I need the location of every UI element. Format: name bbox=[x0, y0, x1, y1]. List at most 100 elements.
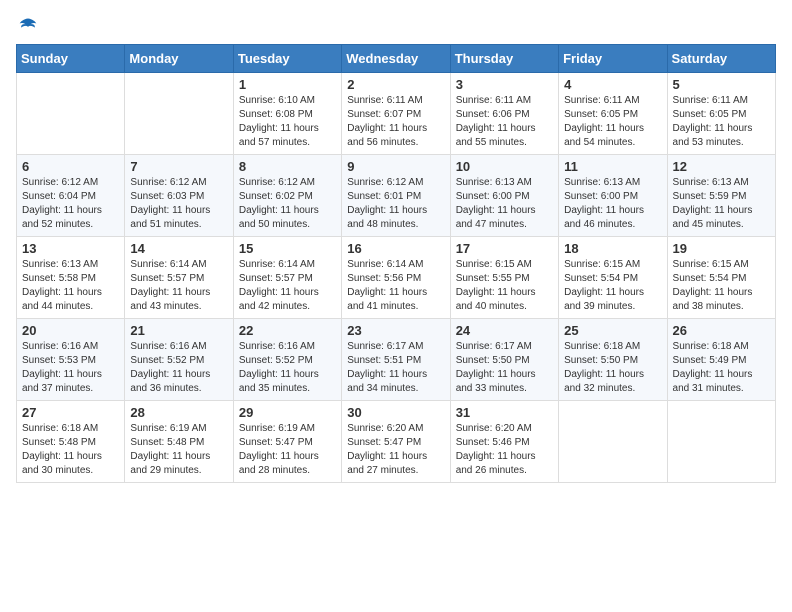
day-info: Sunrise: 6:18 AM Sunset: 5:50 PM Dayligh… bbox=[564, 340, 661, 396]
calendar-cell: 16 Sunrise: 6:14 AM Sunset: 5:56 PM Dayli… bbox=[342, 237, 450, 319]
calendar-cell: 23 Sunrise: 6:17 AM Sunset: 5:51 PM Dayli… bbox=[342, 319, 450, 401]
day-info: Sunrise: 6:11 AM Sunset: 6:06 PM Dayligh… bbox=[456, 94, 553, 150]
day-info: Sunrise: 6:12 AM Sunset: 6:01 PM Dayligh… bbox=[347, 176, 444, 232]
day-number: 19 bbox=[673, 241, 770, 256]
day-info: Sunrise: 6:20 AM Sunset: 5:46 PM Dayligh… bbox=[456, 422, 553, 478]
day-number: 26 bbox=[673, 323, 770, 338]
day-info: Sunrise: 6:19 AM Sunset: 5:48 PM Dayligh… bbox=[130, 422, 227, 478]
calendar-cell: 5 Sunrise: 6:11 AM Sunset: 6:05 PM Daylig… bbox=[667, 73, 775, 155]
weekday-header-monday: Monday bbox=[125, 45, 233, 73]
day-info: Sunrise: 6:19 AM Sunset: 5:47 PM Dayligh… bbox=[239, 422, 336, 478]
calendar-cell: 1Sunrise: 6:10 AM Sunset: 6:08 PM Daylig… bbox=[233, 73, 341, 155]
day-number: 8 bbox=[239, 159, 336, 174]
day-number: 13 bbox=[22, 241, 119, 256]
day-number: 15 bbox=[239, 241, 336, 256]
day-number: 18 bbox=[564, 241, 661, 256]
day-number: 28 bbox=[130, 405, 227, 420]
calendar-cell: 13Sunrise: 6:13 AM Sunset: 5:58 PM Dayli… bbox=[17, 237, 125, 319]
calendar: SundayMondayTuesdayWednesdayThursdayFrid… bbox=[16, 44, 776, 483]
calendar-cell: 29 Sunrise: 6:19 AM Sunset: 5:47 PM Dayli… bbox=[233, 401, 341, 483]
day-info: Sunrise: 6:12 AM Sunset: 6:02 PM Dayligh… bbox=[239, 176, 336, 232]
weekday-header-wednesday: Wednesday bbox=[342, 45, 450, 73]
day-info: Sunrise: 6:15 AM Sunset: 5:55 PM Dayligh… bbox=[456, 258, 553, 314]
weekday-header-tuesday: Tuesday bbox=[233, 45, 341, 73]
day-number: 14 bbox=[130, 241, 227, 256]
bird-icon bbox=[18, 16, 38, 36]
day-info: Sunrise: 6:17 AM Sunset: 5:50 PM Dayligh… bbox=[456, 340, 553, 396]
day-number: 30 bbox=[347, 405, 444, 420]
calendar-cell: 9 Sunrise: 6:12 AM Sunset: 6:01 PM Daylig… bbox=[342, 155, 450, 237]
day-info: Sunrise: 6:16 AM Sunset: 5:52 PM Dayligh… bbox=[239, 340, 336, 396]
calendar-cell: 30 Sunrise: 6:20 AM Sunset: 5:47 PM Dayli… bbox=[342, 401, 450, 483]
day-number: 12 bbox=[673, 159, 770, 174]
calendar-cell bbox=[17, 73, 125, 155]
calendar-cell: 19 Sunrise: 6:15 AM Sunset: 5:54 PM Dayli… bbox=[667, 237, 775, 319]
calendar-cell: 11Sunrise: 6:13 AM Sunset: 6:00 PM Dayli… bbox=[559, 155, 667, 237]
calendar-cell bbox=[559, 401, 667, 483]
day-info: Sunrise: 6:14 AM Sunset: 5:56 PM Dayligh… bbox=[347, 258, 444, 314]
day-info: Sunrise: 6:16 AM Sunset: 5:52 PM Dayligh… bbox=[130, 340, 227, 396]
day-number: 22 bbox=[239, 323, 336, 338]
day-info: Sunrise: 6:15 AM Sunset: 5:54 PM Dayligh… bbox=[564, 258, 661, 314]
day-info: Sunrise: 6:13 AM Sunset: 5:59 PM Dayligh… bbox=[673, 176, 770, 232]
day-number: 6 bbox=[22, 159, 119, 174]
day-number: 5 bbox=[673, 77, 770, 92]
calendar-cell bbox=[125, 73, 233, 155]
calendar-cell: 18 Sunrise: 6:15 AM Sunset: 5:54 PM Dayli… bbox=[559, 237, 667, 319]
day-info: Sunrise: 6:12 AM Sunset: 6:04 PM Dayligh… bbox=[22, 176, 119, 232]
day-info: Sunrise: 6:18 AM Sunset: 5:48 PM Dayligh… bbox=[22, 422, 119, 478]
header bbox=[16, 16, 776, 36]
day-number: 29 bbox=[239, 405, 336, 420]
calendar-cell: 10 Sunrise: 6:13 AM Sunset: 6:00 PM Dayli… bbox=[450, 155, 558, 237]
day-number: 17 bbox=[456, 241, 553, 256]
weekday-header-friday: Friday bbox=[559, 45, 667, 73]
week-row-2: 6 Sunrise: 6:12 AM Sunset: 6:04 PM Daylig… bbox=[17, 155, 776, 237]
day-info: Sunrise: 6:14 AM Sunset: 5:57 PM Dayligh… bbox=[130, 258, 227, 314]
day-number: 24 bbox=[456, 323, 553, 338]
weekday-header-row: SundayMondayTuesdayWednesdayThursdayFrid… bbox=[17, 45, 776, 73]
day-number: 9 bbox=[347, 159, 444, 174]
day-info: Sunrise: 6:11 AM Sunset: 6:05 PM Dayligh… bbox=[564, 94, 661, 150]
day-info: Sunrise: 6:17 AM Sunset: 5:51 PM Dayligh… bbox=[347, 340, 444, 396]
calendar-cell: 28 Sunrise: 6:19 AM Sunset: 5:48 PM Dayli… bbox=[125, 401, 233, 483]
calendar-cell: 26 Sunrise: 6:18 AM Sunset: 5:49 PM Dayli… bbox=[667, 319, 775, 401]
day-number: 11 bbox=[564, 159, 661, 174]
calendar-cell bbox=[667, 401, 775, 483]
calendar-cell: 21 Sunrise: 6:16 AM Sunset: 5:52 PM Dayli… bbox=[125, 319, 233, 401]
day-info: Sunrise: 6:14 AM Sunset: 5:57 PM Dayligh… bbox=[239, 258, 336, 314]
calendar-cell: 20 Sunrise: 6:16 AM Sunset: 5:53 PM Dayli… bbox=[17, 319, 125, 401]
calendar-cell: 27 Sunrise: 6:18 AM Sunset: 5:48 PM Dayli… bbox=[17, 401, 125, 483]
day-number: 31 bbox=[456, 405, 553, 420]
day-info: Sunrise: 6:15 AM Sunset: 5:54 PM Dayligh… bbox=[673, 258, 770, 314]
calendar-cell: 24 Sunrise: 6:17 AM Sunset: 5:50 PM Dayli… bbox=[450, 319, 558, 401]
day-number: 16 bbox=[347, 241, 444, 256]
day-info: Sunrise: 6:16 AM Sunset: 5:53 PM Dayligh… bbox=[22, 340, 119, 396]
day-number: 10 bbox=[456, 159, 553, 174]
day-number: 3 bbox=[456, 77, 553, 92]
weekday-header-thursday: Thursday bbox=[450, 45, 558, 73]
calendar-cell: 8 Sunrise: 6:12 AM Sunset: 6:02 PM Daylig… bbox=[233, 155, 341, 237]
calendar-cell: 2Sunrise: 6:11 AM Sunset: 6:07 PM Daylig… bbox=[342, 73, 450, 155]
calendar-cell: 17 Sunrise: 6:15 AM Sunset: 5:55 PM Dayli… bbox=[450, 237, 558, 319]
calendar-cell: 4 Sunrise: 6:11 AM Sunset: 6:05 PM Daylig… bbox=[559, 73, 667, 155]
calendar-cell: 14 Sunrise: 6:14 AM Sunset: 5:57 PM Dayli… bbox=[125, 237, 233, 319]
calendar-cell: 7Sunrise: 6:12 AM Sunset: 6:03 PM Daylig… bbox=[125, 155, 233, 237]
day-number: 21 bbox=[130, 323, 227, 338]
day-info: Sunrise: 6:11 AM Sunset: 6:05 PM Dayligh… bbox=[673, 94, 770, 150]
day-number: 7 bbox=[130, 159, 227, 174]
day-number: 23 bbox=[347, 323, 444, 338]
day-number: 2 bbox=[347, 77, 444, 92]
day-info: Sunrise: 6:18 AM Sunset: 5:49 PM Dayligh… bbox=[673, 340, 770, 396]
day-number: 20 bbox=[22, 323, 119, 338]
calendar-cell: 31 Sunrise: 6:20 AM Sunset: 5:46 PM Dayli… bbox=[450, 401, 558, 483]
week-row-5: 27 Sunrise: 6:18 AM Sunset: 5:48 PM Dayli… bbox=[17, 401, 776, 483]
day-info: Sunrise: 6:20 AM Sunset: 5:47 PM Dayligh… bbox=[347, 422, 444, 478]
week-row-3: 13Sunrise: 6:13 AM Sunset: 5:58 PM Dayli… bbox=[17, 237, 776, 319]
day-number: 4 bbox=[564, 77, 661, 92]
day-info: Sunrise: 6:13 AM Sunset: 6:00 PM Dayligh… bbox=[456, 176, 553, 232]
day-number: 27 bbox=[22, 405, 119, 420]
calendar-cell: 22 Sunrise: 6:16 AM Sunset: 5:52 PM Dayli… bbox=[233, 319, 341, 401]
day-number: 25 bbox=[564, 323, 661, 338]
calendar-cell: 15 Sunrise: 6:14 AM Sunset: 5:57 PM Dayli… bbox=[233, 237, 341, 319]
day-info: Sunrise: 6:10 AM Sunset: 6:08 PM Dayligh… bbox=[239, 94, 336, 150]
